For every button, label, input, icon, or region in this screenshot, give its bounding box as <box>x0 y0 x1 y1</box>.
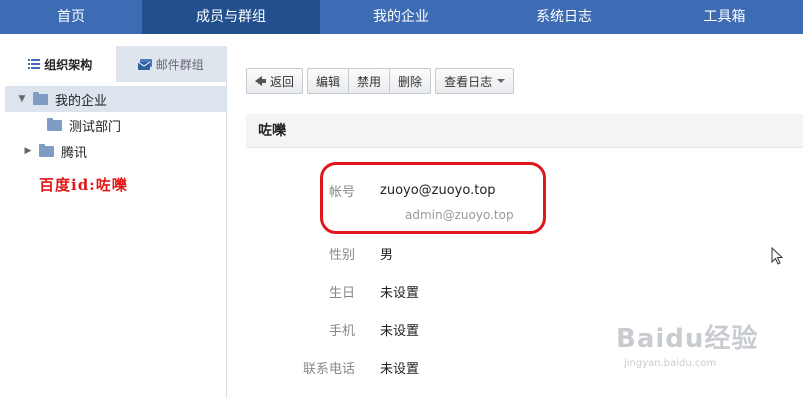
folder-icon <box>33 91 48 105</box>
tab-org-structure-label: 组织架构 <box>44 57 93 72</box>
mobile-label: 手机 <box>328 323 355 339</box>
birthday-field: 生日 未设置 <box>228 281 419 301</box>
caret-down-icon[interactable]: ▼ <box>15 94 29 104</box>
tree-item-label: 测试部门 <box>69 119 122 135</box>
watermark-url: jingyan.baidu.com <box>624 358 717 369</box>
nav-tab-my-enterprise[interactable]: 我的企业 <box>320 0 482 34</box>
view-log-label: 查看日志 <box>444 74 493 89</box>
action-button-group: 编辑 禁用 删除 <box>307 68 432 94</box>
chevron-down-icon <box>497 79 506 83</box>
phone-value: 未设置 <box>380 361 420 377</box>
folder-icon <box>39 143 54 157</box>
gender-value: 男 <box>380 247 394 263</box>
tree-item-tencent[interactable]: ▶ 腾讯 <box>5 138 226 164</box>
watermark-brand: Baidu经验 <box>616 324 759 354</box>
mouse-cursor-icon <box>771 247 783 265</box>
phone-label: 联系电话 <box>302 361 355 377</box>
mobile-value: 未设置 <box>380 323 420 339</box>
baidu-watermark: Baidu经验 jingyan.baidu.com <box>616 318 759 369</box>
tree-item-test-dept[interactable]: 测试部门 <box>5 112 226 138</box>
birthday-value: 未设置 <box>380 285 420 301</box>
edit-button[interactable]: 编辑 <box>307 68 350 94</box>
mobile-field: 手机 未设置 <box>228 319 419 339</box>
org-tree: ▼ 我的企业 测试部门 ▶ 腾讯 <box>5 86 226 164</box>
annotation-highlight-circle <box>320 162 546 234</box>
nav-tab-system-log[interactable]: 系统日志 <box>482 0 646 34</box>
folder-icon <box>47 117 62 131</box>
tree-item-label: 我的企业 <box>55 93 108 109</box>
tree-item-my-enterprise[interactable]: ▼ 我的企业 <box>5 86 226 112</box>
overlay-annotation-text: 百度id:咗嚛 <box>39 176 128 194</box>
delete-button[interactable]: 删除 <box>390 68 432 94</box>
top-nav: 首页 成员与群组 我的企业 系统日志 工具箱 <box>0 0 803 34</box>
gender-label: 性别 <box>328 247 355 263</box>
birthday-label: 生日 <box>328 285 355 301</box>
tab-mail-groups[interactable]: 邮件群组 <box>115 46 226 82</box>
list-icon <box>28 59 41 69</box>
disable-button[interactable]: 禁用 <box>349 68 391 94</box>
back-button[interactable]: 返回 <box>246 68 304 94</box>
tab-mail-groups-label: 邮件群组 <box>155 57 204 72</box>
phone-field: 联系电话 未设置 <box>228 357 419 377</box>
nav-tab-members-groups[interactable]: 成员与群组 <box>142 0 320 34</box>
nav-tab-toolbox[interactable]: 工具箱 <box>646 0 803 34</box>
sidebar: 组织架构 邮件群组 ▼ 我的企业 测试部门 ▶ 腾讯 百度id:咗嚛 <box>5 46 227 398</box>
caret-right-icon[interactable]: ▶ <box>21 146 35 156</box>
toolbar: 返回 编辑 禁用 删除 查看日志 <box>246 68 518 94</box>
sidebar-tabs: 组织架构 邮件群组 <box>5 46 226 82</box>
back-arrow-icon <box>255 76 266 86</box>
gender-field: 性别 男 <box>228 243 393 263</box>
tree-item-label: 腾讯 <box>61 145 88 161</box>
tab-org-structure[interactable]: 组织架构 <box>5 46 116 82</box>
member-name-header: 咗嚛 <box>246 114 803 148</box>
back-label: 返回 <box>270 74 295 89</box>
mail-group-icon <box>137 58 152 70</box>
nav-tab-home[interactable]: 首页 <box>0 0 142 34</box>
view-log-dropdown[interactable]: 查看日志 <box>435 68 515 94</box>
